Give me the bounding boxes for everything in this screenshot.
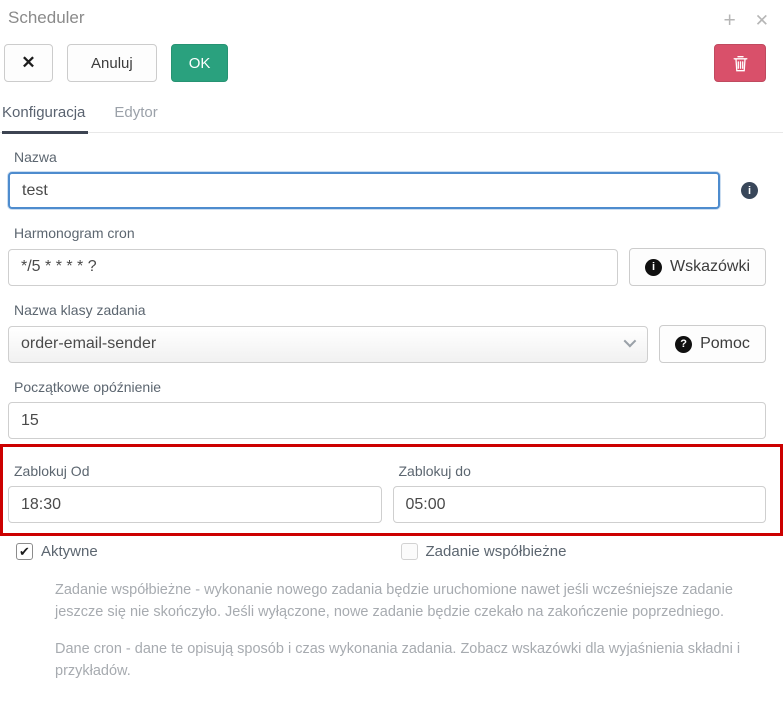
toolbar: ✕ Anuluj OK xyxy=(4,44,766,82)
name-label: Nazwa xyxy=(14,149,766,165)
window-controls: + ✕ xyxy=(723,10,769,31)
job-class-label: Nazwa klasy zadania xyxy=(14,302,766,318)
help-button-label: Pomoc xyxy=(700,335,750,353)
checkbox-checked-icon: ✔ xyxy=(16,543,33,560)
checkbox-unchecked-icon xyxy=(401,543,418,560)
tab-bar: Konfiguracja Edytor xyxy=(0,104,783,133)
trash-icon xyxy=(733,55,748,72)
job-class-selected-value: order-email-sender xyxy=(21,335,156,353)
active-checkbox-label: Aktywne xyxy=(41,543,98,560)
close-icon[interactable]: ✕ xyxy=(755,12,769,29)
name-input[interactable] xyxy=(8,172,720,209)
delete-button[interactable] xyxy=(714,44,766,82)
block-from-label: Zablokuj Od xyxy=(14,463,382,479)
help-button[interactable]: ? Pomoc xyxy=(659,325,766,363)
cron-label: Harmonogram cron xyxy=(14,225,766,241)
window-header: Scheduler + ✕ xyxy=(0,0,783,31)
block-from-input[interactable] xyxy=(8,486,382,523)
initial-delay-label: Początkowe opóźnienie xyxy=(14,379,766,395)
hints-button[interactable]: i Wskazówki xyxy=(629,248,766,286)
cron-input[interactable] xyxy=(8,249,618,286)
scheduler-form: Nazwa i Harmonogram cron i Wskazówki Naz… xyxy=(0,149,783,536)
hints-button-label: Wskazówki xyxy=(670,258,750,276)
job-class-select[interactable]: order-email-sender xyxy=(8,326,648,363)
ok-button[interactable]: OK xyxy=(171,44,229,82)
question-circle-icon: ? xyxy=(675,336,692,353)
concurrent-checkbox[interactable]: Zadanie współbieżne xyxy=(393,543,767,560)
tab-konfiguracja[interactable]: Konfiguracja xyxy=(2,104,88,132)
active-checkbox[interactable]: ✔ Aktywne xyxy=(8,543,382,560)
info-circle-icon: i xyxy=(645,259,662,276)
highlighted-block-section: Zablokuj Od Zablokuj do xyxy=(0,444,783,536)
block-to-label: Zablokuj do xyxy=(399,463,767,479)
tab-edytor[interactable]: Edytor xyxy=(114,104,157,132)
checkbox-section: ✔ Aktywne Zadanie współbieżne xyxy=(0,543,783,560)
cancel-button[interactable]: Anuluj xyxy=(67,44,157,82)
help-text: Zadanie współbieżne - wykonanie nowego z… xyxy=(55,579,761,683)
block-to-input[interactable] xyxy=(393,486,767,523)
chevron-down-icon xyxy=(624,334,637,347)
help-paragraph-concurrent: Zadanie współbieżne - wykonanie nowego z… xyxy=(55,579,761,624)
concurrent-checkbox-label: Zadanie współbieżne xyxy=(426,543,567,560)
initial-delay-input[interactable] xyxy=(8,402,766,439)
close-button[interactable]: ✕ xyxy=(4,44,53,82)
help-paragraph-cron: Dane cron - dane te opisują sposób i cza… xyxy=(55,638,761,683)
info-icon[interactable]: i xyxy=(741,182,758,199)
add-icon[interactable]: + xyxy=(723,10,735,31)
window-title: Scheduler xyxy=(8,8,85,28)
